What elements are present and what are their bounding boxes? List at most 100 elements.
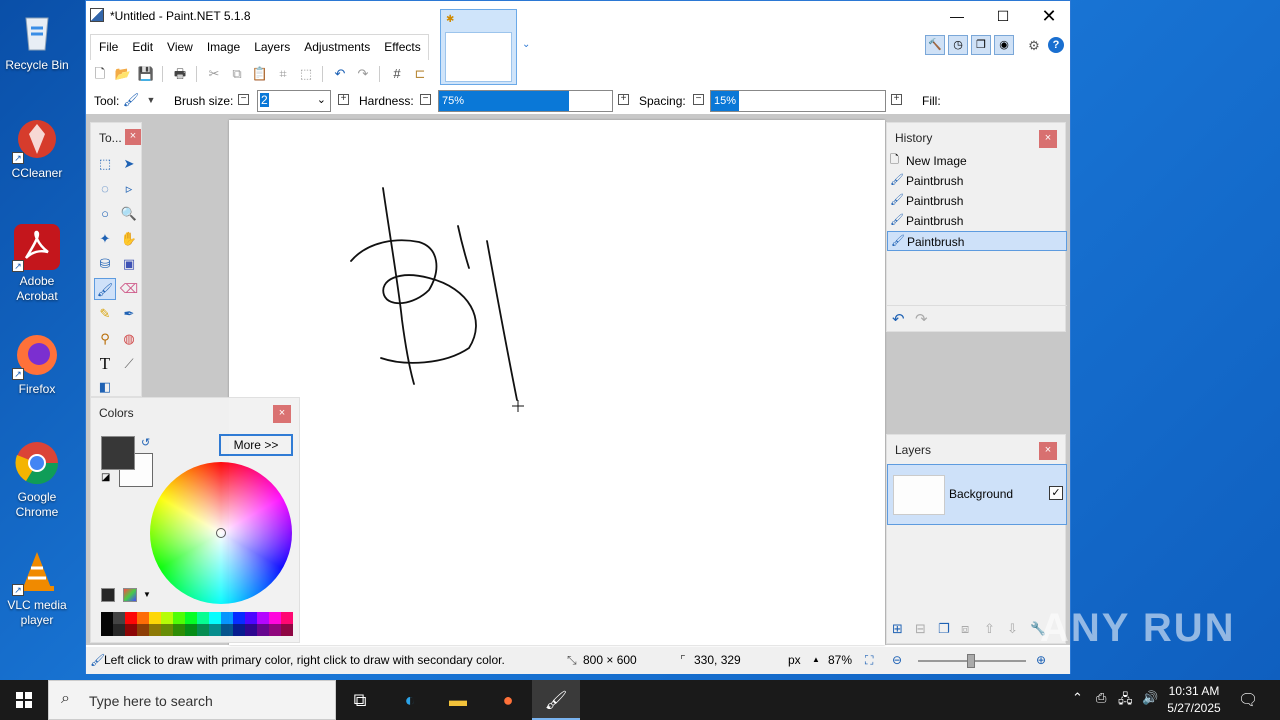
color-picker-icon[interactable]: ✒ [118,303,140,325]
zoom-slider[interactable] [918,654,1026,668]
recolor-icon[interactable]: ◍ [118,328,140,350]
zoom-slider-thumb[interactable] [967,654,975,668]
paste-icon[interactable]: 📋 [251,65,269,83]
menu-image[interactable]: Image [200,35,247,60]
cut-icon[interactable]: ✂ [205,65,223,83]
layers-panel-close-icon[interactable]: × [1039,442,1057,460]
palette-swatch-dark[interactable] [209,624,221,636]
menu-effects[interactable]: Effects [377,35,427,60]
tool-dropdown-icon[interactable]: ▼ [142,91,160,109]
palette-swatch-dark[interactable] [137,624,149,636]
taskbar-clock[interactable]: 10:31 AM 5/27/2025 [1160,683,1228,717]
color-wheel-cursor[interactable] [216,528,226,538]
palette-swatch-dark[interactable] [185,624,197,636]
palette-swatch[interactable] [137,612,149,624]
drawing-canvas[interactable] [229,120,885,645]
desktop-icon-ccleaner[interactable]: ↗ CCleaner [0,116,74,181]
units-dropdown-icon[interactable]: ▲ [812,655,820,664]
volume-icon[interactable]: 🔊 [1142,690,1158,706]
history-item[interactable]: 🖌 Paintbrush [887,211,1067,231]
menu-adjustments[interactable]: Adjustments [297,35,377,60]
palette-swatch[interactable] [197,612,209,624]
menu-file[interactable]: File [91,35,125,60]
redo-icon[interactable]: ↷ [915,310,928,328]
title-bar[interactable]: *Untitled - Paint.NET 5.1.8 — ☐ ✕ [86,1,1070,31]
desktop-icon-recycle-bin[interactable]: Recycle Bin [0,8,74,73]
move-layer-down-icon[interactable]: ⇩ [1007,621,1018,637]
menu-view[interactable]: View [160,35,200,60]
duplicate-layer-icon[interactable]: ❐ [938,621,950,637]
move-selection-icon[interactable]: ▹ [118,178,140,200]
palette-swatch[interactable] [149,612,161,624]
hardness-decrease-icon[interactable]: − [420,94,431,105]
gradient-icon[interactable]: ▣ [118,253,140,275]
desktop-icon-firefox[interactable]: ↗ Firefox [0,332,74,397]
palette-swatch[interactable] [221,612,233,624]
close-button[interactable]: ✕ [1026,1,1072,31]
palette-swatch[interactable] [281,612,293,624]
task-view-icon[interactable]: ⧉ [336,680,384,720]
text-tool-icon[interactable]: T [94,353,116,375]
help-icon[interactable]: ? [1048,37,1064,53]
spacing-increase-icon[interactable]: + [891,94,902,105]
minimize-button[interactable]: — [934,1,980,31]
palette-swatch[interactable] [257,612,269,624]
undo-icon[interactable]: ↶ [331,65,349,83]
grid-icon[interactable]: # [388,65,406,83]
more-colors-button[interactable]: More >> [219,434,293,456]
deselect-icon[interactable]: ⬚ [297,65,315,83]
layer-row-background[interactable]: Background ✓ [887,464,1067,525]
history-item[interactable]: 🖌 Paintbrush [887,191,1067,211]
palette-swatch[interactable] [233,612,245,624]
palette-swatch[interactable] [185,612,197,624]
move-selected-icon[interactable]: ➤ [118,153,140,175]
brush-size-input[interactable]: 2 ⌄ [257,90,331,112]
palette-swatch[interactable] [269,612,281,624]
zoom-icon[interactable]: 🔍 [118,203,140,225]
palette-swatch-dark[interactable] [281,624,293,636]
palette-swatch-dark[interactable] [269,624,281,636]
palette-swatch-dark[interactable] [197,624,209,636]
palette-swatch[interactable] [209,612,221,624]
zoom-out-icon[interactable]: ⊖ [892,653,902,667]
primary-color-swatch[interactable] [101,436,135,470]
eraser-icon[interactable]: ⌫ [118,278,140,300]
edge-icon[interactable]: ◐ [386,680,434,720]
tools-panel-close-icon[interactable]: × [125,129,141,145]
add-to-palette-icon[interactable] [101,588,115,602]
redo-icon[interactable]: ↷ [354,65,372,83]
open-icon[interactable]: 📂 [114,65,132,83]
brush-size-increase-icon[interactable]: + [338,94,349,105]
desktop-icon-google-chrome[interactable]: Google Chrome [0,440,74,520]
rectangle-select-icon[interactable]: ⬚ [94,153,116,175]
menu-layers[interactable]: Layers [247,35,297,60]
add-layer-icon[interactable]: ⊞ [892,621,903,637]
image-tab-thumbnail[interactable]: ✱ [440,9,517,85]
firefox-taskbar-icon[interactable]: ● [484,680,532,720]
settings-gear-icon[interactable]: ⚙ [1025,37,1043,55]
paintnet-taskbar-icon[interactable]: 🖌 [532,680,580,720]
tray-overflow-icon[interactable]: ⌃ [1072,690,1083,706]
palette-swatch[interactable] [173,612,185,624]
network-icon[interactable]: 🖧 [1118,690,1133,712]
lasso-select-icon[interactable]: ◌ [94,178,116,200]
palette-swatch-dark[interactable] [161,624,173,636]
palette-swatch-dark[interactable] [101,624,113,636]
pan-hand-icon[interactable]: ✋ [118,228,140,250]
desktop-icon-vlc[interactable]: ↗ VLC media player [0,548,74,628]
units-selector[interactable]: px [788,653,801,667]
shapes-icon[interactable]: ◧ [94,376,116,398]
reset-colors-icon[interactable]: ◪ [101,472,110,483]
paintbrush-tool-icon[interactable]: 🖌 [122,91,140,109]
taskbar-search-box[interactable]: ⌕ Type here to search [48,680,336,720]
palette-swatch[interactable] [113,612,125,624]
palette-swatch-dark[interactable] [245,624,257,636]
colors-panel-close-icon[interactable]: × [273,405,291,423]
pencil-icon[interactable]: ✎ [94,303,116,325]
crop-icon[interactable]: ⌗ [274,65,292,83]
palette-swatch-dark[interactable] [113,624,125,636]
layer-visibility-checkbox[interactable]: ✓ [1049,486,1063,500]
start-button[interactable] [0,680,48,720]
history-item[interactable]: 🖌 Paintbrush [887,171,1067,191]
notifications-icon[interactable]: 🗨 [1238,690,1258,710]
